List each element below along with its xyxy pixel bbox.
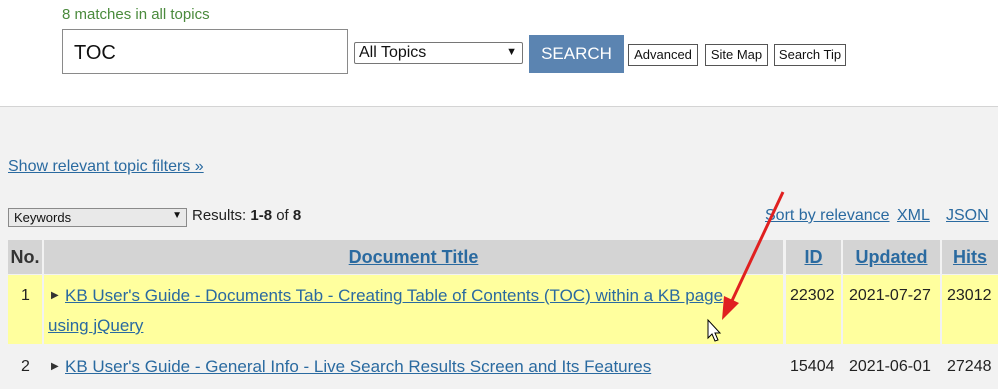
sort-by-relevance-link[interactable]: Sort by relevance <box>765 207 890 225</box>
chevron-down-icon: ▼ <box>172 210 182 221</box>
sort-field-select[interactable]: Keywords ▼ <box>8 208 187 227</box>
row1-title-link-cont[interactable]: using jQuery <box>48 311 143 340</box>
header-updated[interactable]: Updated <box>843 240 940 274</box>
row1-hits: 23012 <box>947 287 992 304</box>
search-header: 8 matches in all topics TOC All Topics ▼… <box>0 0 998 107</box>
xml-link[interactable]: XML <box>897 207 930 225</box>
results-prefix: Results: <box>192 207 251 224</box>
expand-triangle-icon[interactable]: ▶ <box>51 361 59 372</box>
results-total: 8 <box>292 207 302 224</box>
match-count: 8 matches in all topics <box>62 6 210 23</box>
site-map-button[interactable]: Site Map <box>705 44 768 66</box>
row1-no: 1 <box>21 287 30 304</box>
chevron-down-icon: ▼ <box>506 46 517 58</box>
search-input[interactable]: TOC <box>62 29 348 74</box>
results-of: of <box>272 207 293 224</box>
row1-hits-cell <box>942 275 998 344</box>
header-document-title[interactable]: Document Title <box>44 240 783 274</box>
search-tip-button[interactable]: Search Tip <box>774 44 846 66</box>
header-no: No. <box>8 240 42 274</box>
row2-id: 15404 <box>790 358 835 375</box>
row1-title-link[interactable]: KB User's Guide - Documents Tab - Creati… <box>65 281 723 310</box>
show-topic-filters-link[interactable]: Show relevant topic filters » <box>8 158 204 176</box>
topic-select-value: All Topics <box>359 44 427 61</box>
json-link[interactable]: JSON <box>946 207 989 225</box>
header-id[interactable]: ID <box>786 240 841 274</box>
search-button[interactable]: SEARCH <box>529 35 624 73</box>
topic-select[interactable]: All Topics ▼ <box>354 42 523 64</box>
sort-field-value: Keywords <box>14 210 72 225</box>
row1-id: 22302 <box>790 287 835 304</box>
header-hits[interactable]: Hits <box>942 240 998 274</box>
row1-updated-cell <box>843 275 940 344</box>
table-row <box>8 275 42 344</box>
row2-hits: 27248 <box>947 358 992 375</box>
row2-no: 2 <box>21 358 30 375</box>
expand-triangle-icon[interactable]: ▶ <box>51 290 59 301</box>
row2-title-link[interactable]: KB User's Guide - General Info - Live Se… <box>65 352 651 381</box>
results-range: 1-8 <box>250 207 273 224</box>
row1-id-cell <box>786 275 841 344</box>
results-summary: Results: 1-8 of 8 <box>192 207 301 224</box>
advanced-button[interactable]: Advanced <box>628 44 698 66</box>
row2-updated: 2021-06-01 <box>849 358 931 375</box>
row1-updated: 2021-07-27 <box>849 287 931 304</box>
